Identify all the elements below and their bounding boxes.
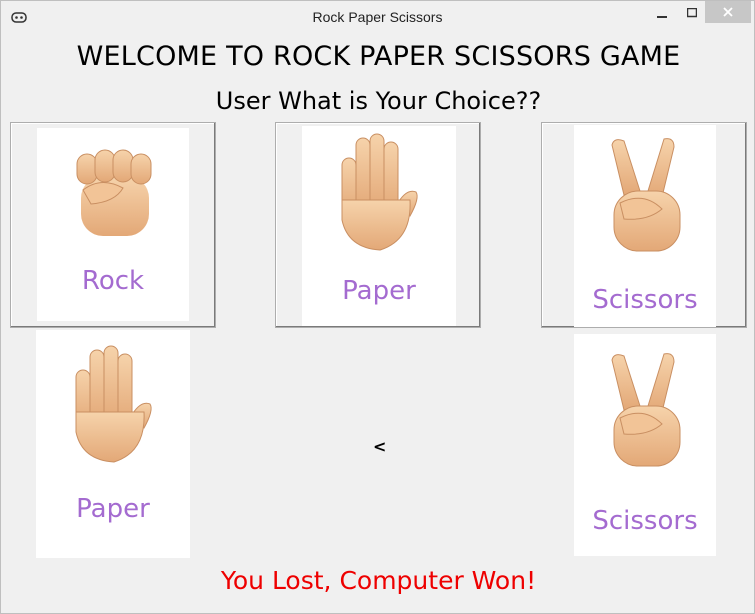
rock-card: Rock	[37, 128, 189, 321]
rock-label: Rock	[81, 266, 145, 296]
paper-card: Paper	[302, 126, 456, 326]
choice-prompt: User What is Your Choice??	[215, 87, 542, 115]
maximize-icon	[687, 8, 697, 18]
welcome-heading: WELCOME TO ROCK PAPER SCISSORS GAME	[76, 41, 681, 72]
fist-emoji-icon	[71, 146, 157, 240]
close-icon	[723, 7, 733, 17]
computer-choice-card: Scissors	[574, 334, 716, 556]
maximize-button[interactable]	[677, 1, 707, 25]
title-bar[interactable]: Rock Paper Scissors	[1, 1, 754, 33]
paper-button[interactable]: Paper	[275, 122, 481, 328]
user-choice-card: Paper	[36, 330, 190, 558]
minimize-icon	[657, 16, 667, 18]
scissors-label: Scissors	[592, 285, 698, 315]
user-choice-label: Paper	[76, 494, 150, 524]
window-title: Rock Paper Scissors	[312, 9, 443, 25]
victory-hand-emoji-icon	[604, 135, 688, 259]
raised-hand-emoji-icon	[70, 342, 156, 468]
computer-choice-label: Scissors	[592, 506, 698, 536]
raised-hand-emoji-icon	[336, 130, 422, 256]
rock-button[interactable]: Rock	[10, 122, 216, 328]
comparison-symbol: <	[373, 437, 387, 456]
close-button[interactable]	[705, 1, 751, 23]
scissors-button[interactable]: Scissors	[541, 122, 747, 328]
paper-label: Paper	[342, 276, 416, 306]
scissors-card: Scissors	[574, 125, 716, 327]
game-area: WELCOME TO ROCK PAPER SCISSORS GAME User…	[10, 33, 747, 606]
minimize-button[interactable]	[647, 1, 677, 25]
result-message: You Lost, Computer Won!	[220, 566, 537, 595]
victory-hand-emoji-icon	[604, 350, 688, 474]
app-window: Rock Paper Scissors WELCOME TO ROCK PAPE…	[0, 0, 755, 614]
